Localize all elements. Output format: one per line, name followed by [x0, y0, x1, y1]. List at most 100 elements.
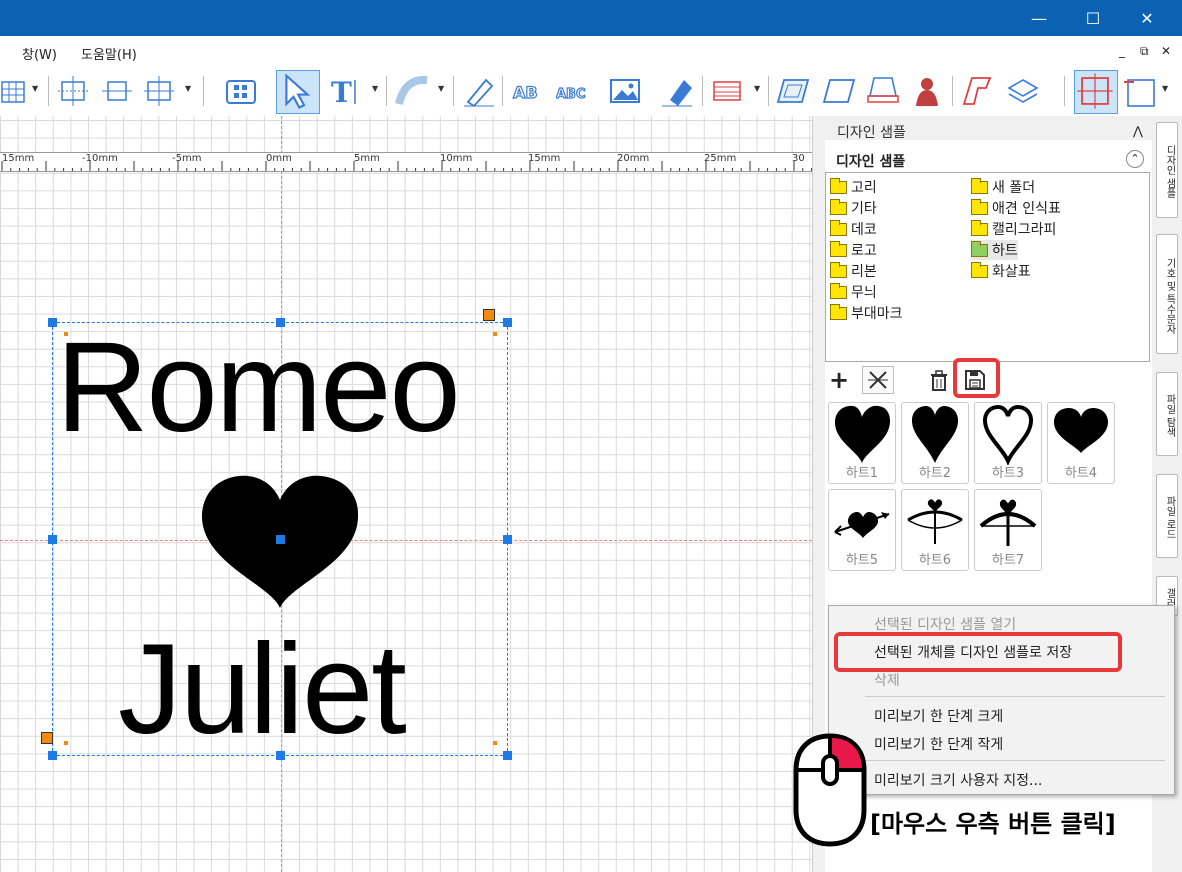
- resize-handle[interactable]: [48, 318, 57, 327]
- ruler-label: 30: [792, 153, 805, 164]
- resize-handle[interactable]: [276, 318, 285, 327]
- add-icon[interactable]: +: [829, 367, 849, 393]
- portrait-icon[interactable]: [910, 74, 944, 108]
- sample-tile[interactable]: 하트2: [901, 402, 969, 484]
- sample-tile[interactable]: 하트4: [1047, 402, 1115, 484]
- shape-edit-icon[interactable]: [960, 74, 994, 108]
- folder-icon: [971, 198, 988, 215]
- minimize-icon[interactable]: —: [1016, 0, 1062, 36]
- sample-tile[interactable]: 하트5: [828, 489, 896, 571]
- folder-icon: [830, 219, 847, 236]
- text-tool-icon[interactable]: T: [328, 74, 362, 109]
- folder-item[interactable]: 기타: [830, 198, 877, 218]
- canvas-heart-icon[interactable]: [200, 474, 360, 614]
- crosshair-center-icon[interactable]: [1074, 70, 1118, 114]
- mdi-minimize-icon[interactable]: _: [1119, 44, 1125, 58]
- pin-icon[interactable]: ⋀: [1133, 124, 1143, 138]
- canvas-text-juliet[interactable]: Juliet: [118, 620, 407, 760]
- folder-tree: 고리 기타 데코 로고 리본 무늬 부대마크 새 폴더 애견 인식표 캘리그라피…: [825, 172, 1150, 362]
- pen-draw-icon[interactable]: [462, 74, 496, 108]
- resize-handle[interactable]: [276, 751, 285, 760]
- folder-item[interactable]: 데코: [830, 219, 877, 239]
- menu-help[interactable]: 도움말(H): [81, 44, 137, 63]
- annotation-caption: [마우스 우측 버튼 클릭]: [870, 810, 1116, 838]
- tab-file-explorer[interactable]: 파일 탐색: [1156, 372, 1178, 456]
- mouse-right-click-icon: [790, 730, 870, 854]
- menu-open-sample[interactable]: 선택된 디자인 샘플 열기: [874, 614, 1016, 634]
- resize-handle[interactable]: [48, 535, 57, 544]
- tab-symbols[interactable]: 기호 및 특수문자: [1156, 234, 1178, 354]
- close-icon[interactable]: ✕: [1124, 0, 1170, 36]
- grid-table-icon[interactable]: [0, 74, 34, 108]
- resize-handle[interactable]: [503, 751, 512, 760]
- toolbar: ▼ ▼ T ▼ ▼ AB ABC ▼ ▼: [0, 68, 1182, 116]
- image-icon[interactable]: [608, 74, 642, 108]
- arc-text-icon[interactable]: [395, 74, 429, 108]
- align-center-vertical-icon[interactable]: [56, 74, 90, 108]
- menu-preview-custom-size[interactable]: 미리보기 크기 사용자 지정...: [874, 770, 1042, 790]
- folder-item[interactable]: 캘리그라피: [971, 219, 1056, 239]
- title-bar: — ☐ ✕: [0, 0, 1182, 36]
- folder-item[interactable]: 고리: [830, 177, 877, 197]
- folder-item[interactable]: 로고: [830, 240, 877, 260]
- folder-item[interactable]: 화살표: [971, 261, 1031, 281]
- folder-item[interactable]: 새 폴더: [971, 177, 1035, 197]
- engrave-machine-icon[interactable]: [866, 74, 900, 108]
- folder-icon: [830, 282, 847, 299]
- ruler-label: 15mm: [2, 153, 35, 164]
- eraser-icon[interactable]: [660, 74, 694, 108]
- collapse-icon[interactable]: ⌃: [1126, 150, 1144, 168]
- heart-outline-icon: [983, 404, 1033, 467]
- parallelogram-fill-icon[interactable]: [776, 74, 810, 108]
- ruler-label: 10mm: [440, 153, 473, 164]
- svg-text:T: T: [331, 76, 352, 108]
- layers-icon[interactable]: [1006, 74, 1040, 108]
- hatch-fill-icon[interactable]: [710, 74, 744, 108]
- sample-tile[interactable]: 하트1: [828, 402, 896, 484]
- menu-delete[interactable]: 삭제: [874, 670, 900, 690]
- tab-file-load[interactable]: 파일 로드: [1156, 474, 1178, 558]
- resize-handle[interactable]: [48, 751, 57, 760]
- folder-item[interactable]: 부대마크: [830, 303, 903, 323]
- delete-icon[interactable]: [929, 370, 949, 396]
- folder-icon: [971, 219, 988, 236]
- tab-design-sample[interactable]: 디자인 샘플: [1156, 122, 1178, 218]
- resize-handle[interactable]: [503, 318, 512, 327]
- folder-item-selected[interactable]: 하트: [971, 240, 1018, 260]
- canvas-text-romeo[interactable]: Romeo: [56, 318, 461, 458]
- ruler-label: 25mm: [704, 153, 737, 164]
- menu-preview-smaller[interactable]: 미리보기 한 단계 작게: [874, 734, 1003, 754]
- align-center-both-icon[interactable]: [142, 74, 176, 108]
- parallelogram-outline-icon[interactable]: [822, 74, 856, 108]
- rotate-handle[interactable]: [483, 309, 495, 321]
- align-center-horizontal-icon[interactable]: [100, 74, 134, 108]
- cut-icon[interactable]: [862, 366, 894, 394]
- sample-tile[interactable]: 하트6: [901, 489, 969, 571]
- maximize-icon[interactable]: ☐: [1070, 0, 1116, 36]
- text-abc-icon[interactable]: ABC: [555, 74, 590, 108]
- highlight-save-icon: [953, 358, 1000, 398]
- folder-open-icon: [971, 240, 988, 257]
- heart-wide-icon: [1053, 408, 1109, 453]
- panel-header: 디자인 샘플: [837, 125, 906, 141]
- design-sample-icon[interactable]: [224, 74, 258, 108]
- center-handle[interactable]: [276, 535, 285, 544]
- sample-tile[interactable]: 하트3: [974, 402, 1042, 484]
- menu-preview-larger[interactable]: 미리보기 한 단계 크게: [874, 706, 1003, 726]
- folder-item[interactable]: 무늬: [830, 282, 877, 302]
- folder-item[interactable]: 리본: [830, 261, 877, 281]
- rotate-handle[interactable]: [41, 732, 53, 744]
- frame-icon[interactable]: [1122, 74, 1156, 108]
- mdi-restore-icon[interactable]: ⧉: [1140, 44, 1149, 59]
- sample-tile[interactable]: 하트7: [974, 489, 1042, 571]
- heart-solid-icon: [834, 405, 890, 463]
- mdi-close-icon[interactable]: ✕: [1161, 44, 1171, 58]
- folder-icon: [830, 198, 847, 215]
- text-ab-icon[interactable]: AB: [512, 74, 546, 108]
- resize-handle[interactable]: [503, 535, 512, 544]
- select-pointer-icon[interactable]: [276, 70, 320, 114]
- folder-icon: [830, 240, 847, 257]
- folder-item[interactable]: 애견 인식표: [971, 198, 1061, 218]
- menu-window[interactable]: 창(W): [22, 44, 57, 63]
- folder-icon: [830, 261, 847, 278]
